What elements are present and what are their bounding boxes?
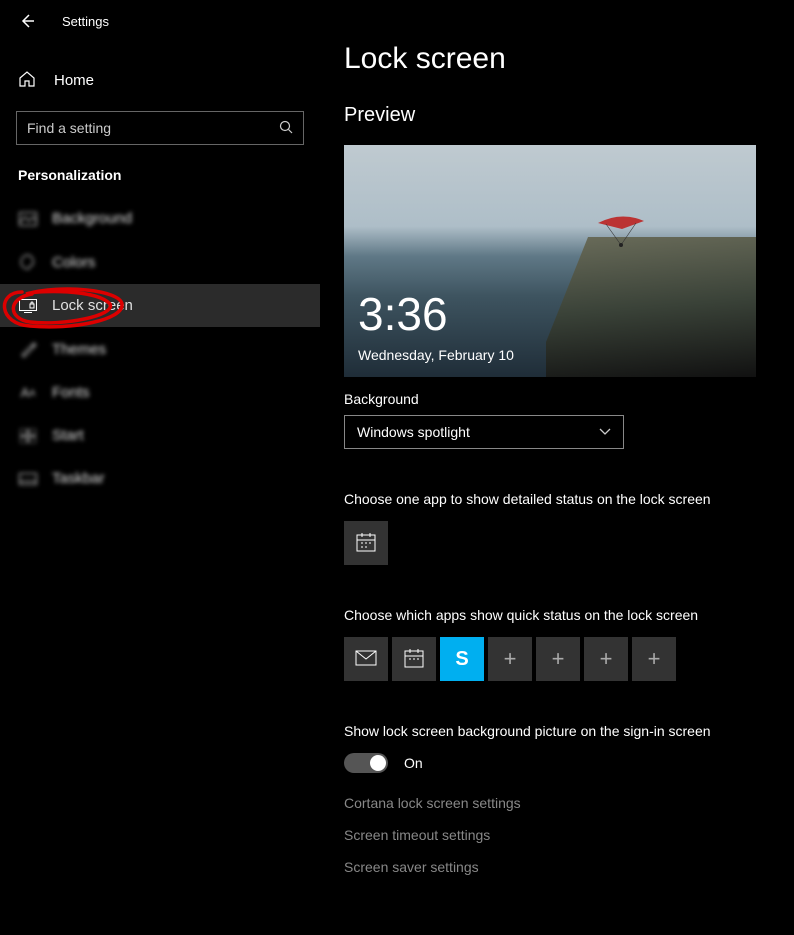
search-input[interactable] bbox=[16, 111, 304, 145]
quick-app-skype[interactable]: S bbox=[440, 637, 484, 681]
link-timeout-settings[interactable]: Screen timeout settings bbox=[344, 827, 794, 843]
skype-icon: S bbox=[455, 648, 468, 671]
sidebar-item-taskbar[interactable]: Taskbar bbox=[0, 457, 320, 500]
sidebar-item-fonts[interactable]: AA Fonts bbox=[0, 371, 320, 414]
main-content: Lock screen Preview 3:36 Wednesday, Febr… bbox=[320, 0, 794, 935]
sidebar-item-label: Fonts bbox=[52, 384, 90, 401]
lock-screen-icon bbox=[18, 299, 38, 313]
quick-app-add[interactable]: + bbox=[536, 637, 580, 681]
preview-heading: Preview bbox=[344, 104, 794, 127]
quick-app-add[interactable]: + bbox=[632, 637, 676, 681]
paraglider-icon bbox=[596, 215, 646, 249]
home-icon bbox=[18, 70, 36, 91]
mail-icon bbox=[355, 650, 377, 669]
toggle-state: On bbox=[404, 755, 423, 771]
quick-app-mail[interactable] bbox=[344, 637, 388, 681]
sidebar: Settings Home Personalization Background… bbox=[0, 0, 320, 935]
sidebar-item-colors[interactable]: Colors bbox=[0, 240, 320, 284]
preview-time: 3:36 bbox=[358, 287, 448, 341]
plus-icon: + bbox=[600, 646, 613, 672]
sidebar-item-label: Taskbar bbox=[52, 470, 105, 487]
plus-icon: + bbox=[504, 646, 517, 672]
background-dropdown[interactable]: Windows spotlight bbox=[344, 415, 624, 449]
detailed-app-tile[interactable] bbox=[344, 521, 388, 565]
link-screensaver-settings[interactable]: Screen saver settings bbox=[344, 859, 794, 875]
preview-landscape bbox=[546, 237, 756, 377]
link-cortana-settings[interactable]: Cortana lock screen settings bbox=[344, 795, 794, 811]
header-title: Settings bbox=[62, 14, 109, 29]
preview-date: Wednesday, February 10 bbox=[358, 347, 514, 363]
calendar-icon bbox=[403, 647, 425, 672]
signin-pic-toggle-row: On bbox=[344, 753, 794, 773]
dropdown-value: Windows spotlight bbox=[357, 424, 470, 440]
search-field[interactable] bbox=[27, 120, 279, 136]
home-nav[interactable]: Home bbox=[0, 56, 320, 105]
sidebar-item-start[interactable]: Start bbox=[0, 414, 320, 457]
detailed-status-label: Choose one app to show detailed status o… bbox=[344, 491, 794, 507]
quick-app-add[interactable]: + bbox=[584, 637, 628, 681]
sidebar-item-label: Background bbox=[52, 210, 132, 227]
search-icon bbox=[279, 120, 293, 137]
signin-pic-label: Show lock screen background picture on t… bbox=[344, 723, 794, 739]
sidebar-item-label: Colors bbox=[52, 254, 95, 271]
plus-icon: + bbox=[648, 646, 661, 672]
sidebar-item-label: Lock screen bbox=[52, 297, 133, 314]
chevron-down-icon bbox=[599, 425, 611, 439]
themes-icon bbox=[18, 340, 38, 358]
quick-status-label: Choose which apps show quick status on t… bbox=[344, 607, 794, 623]
toggle-knob bbox=[370, 755, 386, 771]
quick-app-row: S + + + + bbox=[344, 637, 794, 681]
calendar-icon bbox=[355, 531, 377, 556]
back-icon[interactable] bbox=[18, 12, 36, 30]
fonts-icon: AA bbox=[18, 385, 38, 400]
quick-app-calendar[interactable] bbox=[392, 637, 436, 681]
header-bar: Settings bbox=[0, 0, 320, 38]
lock-screen-preview: 3:36 Wednesday, February 10 bbox=[344, 145, 756, 377]
plus-icon: + bbox=[552, 646, 565, 672]
start-icon bbox=[18, 429, 38, 443]
home-label: Home bbox=[54, 72, 94, 89]
sidebar-item-label: Start bbox=[52, 427, 84, 444]
sidebar-item-themes[interactable]: Themes bbox=[0, 327, 320, 371]
sidebar-item-label: Themes bbox=[52, 341, 106, 358]
signin-pic-toggle[interactable] bbox=[344, 753, 388, 773]
taskbar-icon bbox=[18, 473, 38, 485]
page-title: Lock screen bbox=[344, 42, 794, 76]
sidebar-item-background[interactable]: Background bbox=[0, 197, 320, 240]
detailed-app-row bbox=[344, 521, 794, 565]
sidebar-item-lock-screen[interactable]: Lock screen bbox=[0, 284, 320, 327]
background-label: Background bbox=[344, 391, 794, 407]
category-heading: Personalization bbox=[0, 145, 320, 197]
image-icon bbox=[18, 212, 38, 226]
quick-app-add[interactable]: + bbox=[488, 637, 532, 681]
palette-icon bbox=[18, 253, 38, 271]
